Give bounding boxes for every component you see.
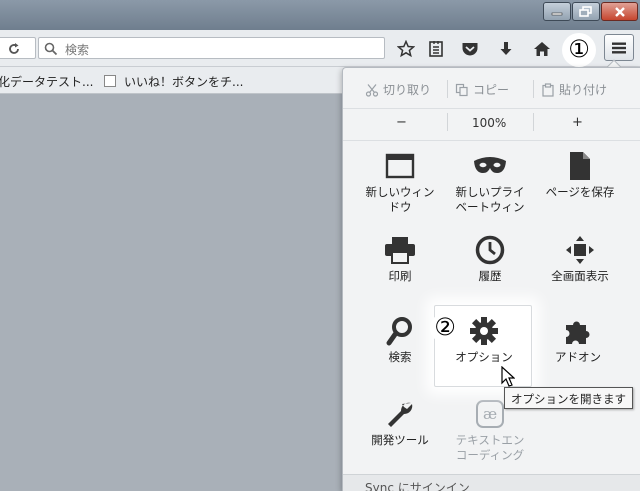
text-encoding-label: テキストエン コーディング [455,433,525,462]
url-bar[interactable] [0,37,36,59]
addons-button[interactable]: アドオン [533,306,623,386]
edit-controls: 切り取り コピー 貼り付け [343,74,640,104]
star-icon [397,40,415,58]
window-icon [385,153,415,179]
home-button[interactable] [532,40,552,58]
close-icon [614,6,625,17]
divider [533,80,534,98]
cut-label: 切り取り [383,83,432,97]
search-menu-button[interactable]: 検索 [355,306,445,386]
pocket-button[interactable] [460,40,480,58]
copy-icon [455,83,468,96]
zoom-out-button[interactable]: − [396,115,407,130]
print-label: 印刷 [388,269,412,283]
options-tooltip: オプションを開きます [504,387,633,409]
navigation-toolbar: 検索 [0,30,640,67]
reload-icon[interactable] [7,42,21,56]
close-window-button[interactable] [601,2,638,21]
bookmark-star-button[interactable] [396,40,416,58]
search-menu-label: 検索 [388,350,412,364]
sync-signin[interactable]: Sync にサインイン [343,474,640,491]
cut-button[interactable]: 切り取り [365,81,431,98]
zoom-in-button[interactable]: + [572,115,583,130]
minimize-icon [551,12,563,15]
menu-grid: 新しいウィン ドウ 新しいプライ ベートウィン ページを保存 印刷 履歴 全画面… [343,140,640,462]
puzzle-icon [566,321,590,344]
fullscreen-button[interactable]: 全画面表示 [535,225,625,305]
magnifier-icon [386,317,412,346]
step-2-marker: ② [430,313,460,343]
paste-button[interactable]: 貼り付け [541,81,607,98]
print-button[interactable]: 印刷 [355,225,445,305]
divider [533,113,534,131]
fullscreen-label: 全画面表示 [551,269,609,283]
gear-icon [470,317,498,345]
zoom-reset-button[interactable]: 100% [472,116,506,130]
home-icon [534,42,550,56]
open-menu-button[interactable] [604,34,634,61]
page-icon [570,152,590,180]
minimize-button[interactable] [543,2,571,21]
search-placeholder: 検索 [65,43,90,57]
mouse-cursor-icon [501,366,515,387]
new-private-window-label: 新しいプライ ベートウィン [455,185,525,214]
new-window-label: 新しいウィン ドウ [365,185,435,214]
search-icon [44,42,58,56]
copy-label: コピー [473,83,510,97]
mask-icon [474,157,506,173]
divider [447,80,448,98]
history-button[interactable]: 履歴 [445,225,535,305]
bookmark-list-icon [429,41,443,57]
bookmarks-menu-button[interactable] [426,40,446,58]
save-page-button[interactable]: ページを保存 [535,141,625,221]
history-label: 履歴 [478,269,502,283]
pocket-icon [462,43,478,56]
zoom-controls: − 100% + [343,108,640,136]
hamburger-icon [612,42,626,53]
save-page-label: ページを保存 [545,185,615,199]
clipboard-icon [542,82,554,97]
step-1-marker: ① [562,33,596,67]
developer-tools-label: 開発ツール [371,433,429,447]
printer-icon [385,237,415,264]
copy-button[interactable]: コピー [455,81,509,98]
scissors-icon [365,83,379,97]
encoding-icon: æ [476,400,504,428]
downloads-button[interactable] [496,40,516,58]
title-bar [0,0,640,30]
restore-icon [579,5,592,17]
developer-tools-button[interactable]: 開発ツール [355,389,445,469]
bookmark-item[interactable]: いいね！ボタンをチ... [124,73,243,90]
clock-icon [475,235,505,265]
paste-label: 貼り付け [559,83,608,97]
sync-signin-label: Sync にサインイン [365,481,470,491]
options-label: オプション [455,350,513,364]
new-private-window-button[interactable]: 新しいプライ ベートウィン [445,141,535,221]
divider [447,113,448,131]
download-arrow-icon [500,42,512,55]
bookmark-page-icon [104,75,116,87]
wrench-icon [388,402,413,427]
svg-text:æ: æ [483,405,497,423]
new-window-button[interactable]: 新しいウィン ドウ [355,141,445,221]
addons-label: アドオン [555,350,601,364]
restore-button[interactable] [572,2,600,21]
bookmark-item[interactable]: 化データテスト... [0,73,93,90]
search-bar[interactable]: 検索 [38,37,385,59]
menu-panel: 切り取り コピー 貼り付け − 100% + 新しいウィン ドウ 新しいプライ … [342,67,640,491]
fullscreen-icon [566,236,594,264]
